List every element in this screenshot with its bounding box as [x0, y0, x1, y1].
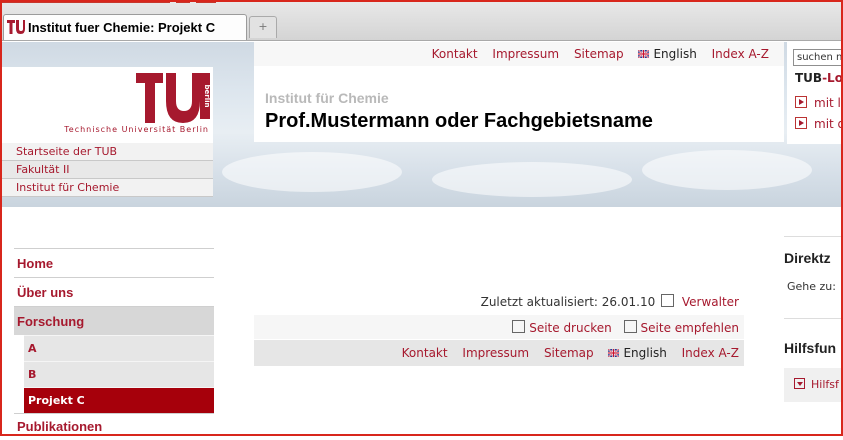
bottom-nav-kontakt[interactable]: Kontakt [402, 346, 448, 360]
menu-item-home[interactable]: Home [14, 248, 214, 277]
bottom-nav-index[interactable]: Index A-Z [682, 346, 739, 360]
last-updated-text: Zuletzt aktualisiert: 26.01.10 [480, 295, 656, 309]
right-divider [784, 318, 843, 319]
breadcrumb-item-tub[interactable]: Startseite der TUB [2, 143, 213, 161]
bottom-nav-language[interactable]: English [608, 346, 667, 360]
search-input[interactable]: suchen n [793, 49, 843, 66]
top-navigation: Kontakt Impressum Sitemap English Index … [254, 42, 784, 66]
logo-berlin-text: berlin [203, 85, 210, 108]
top-nav-index[interactable]: Index A-Z [712, 47, 769, 61]
login-link-2[interactable]: mit d [795, 117, 843, 131]
browser-tab[interactable]: Institut fuer Chemie: Projekt C [3, 14, 247, 40]
left-navigation: Home Über uns Forschung A B Projekt C Pu… [14, 248, 214, 436]
tu-berlin-logo-mark: berlin [136, 73, 210, 123]
breadcrumb: Startseite der TUB Fakultät II Institut … [2, 143, 213, 197]
arrow-right-icon [795, 117, 807, 129]
top-nav-kontakt[interactable]: Kontakt [432, 47, 478, 61]
tub-login-heading: TUB-Lo [795, 71, 843, 85]
submenu-item-projekt-c[interactable]: Projekt C [24, 387, 214, 413]
plus-icon: + [258, 20, 268, 33]
tu-logo[interactable]: berlin Technische Universität Berlin [2, 67, 213, 143]
recommend-icon [623, 320, 637, 333]
uk-flag-icon [608, 349, 620, 357]
university-wordmark: Technische Universität Berlin [64, 125, 209, 134]
hilfs-box: Hilfsf [784, 368, 843, 402]
top-nav-sitemap[interactable]: Sitemap [574, 47, 624, 61]
mail-icon [661, 294, 675, 307]
menu-item-forschung[interactable]: Forschung [14, 306, 214, 335]
tab-bar-top-line [0, 0, 843, 3]
menu-item-ueber-uns[interactable]: Über uns [14, 277, 214, 306]
header-right-panel: suchen n TUB-Lo mit l mit d [787, 42, 843, 144]
top-nav-language[interactable]: English [638, 47, 697, 61]
right-divider [784, 236, 843, 237]
hilfs-item[interactable]: Hilfsf [794, 378, 839, 391]
bottom-nav-impressum[interactable]: Impressum [462, 346, 529, 360]
direkt-heading: Direktz [784, 250, 831, 266]
bottom-navigation: Kontakt Impressum Sitemap English Index … [254, 340, 744, 366]
bottom-nav-sitemap[interactable]: Sitemap [544, 346, 594, 360]
page-subtitle: Institut für Chemie [265, 90, 389, 106]
login-link-1[interactable]: mit l [795, 96, 841, 110]
recommend-page-link[interactable]: Seite empfehlen [641, 321, 739, 335]
last-updated: Zuletzt aktualisiert: 26.01.10 Verwalter [254, 294, 739, 309]
print-page-link[interactable]: Seite drucken [529, 321, 612, 335]
browser-tab-title: Institut fuer Chemie: Projekt C [28, 20, 216, 35]
bottom-nav-language-label: English [623, 346, 667, 360]
uk-flag-icon [638, 50, 650, 58]
breadcrumb-item-institute[interactable]: Institut für Chemie [2, 179, 213, 197]
page-tools: Seite drucken Seite empfehlen [254, 315, 744, 339]
arrow-down-icon [794, 378, 805, 389]
hilfs-heading: Hilfsfun [784, 340, 837, 356]
top-nav-impressum[interactable]: Impressum [492, 47, 559, 61]
goto-label: Gehe zu: [787, 280, 836, 293]
submenu-item-a[interactable]: A [24, 335, 214, 361]
page-header: Institut für Chemie Prof.Mustermann oder… [254, 66, 784, 142]
browser-tab-bar: Institut fuer Chemie: Projekt C + [0, 0, 843, 41]
arrow-right-icon [795, 96, 807, 108]
tu-favicon-icon [7, 20, 25, 34]
printer-icon [512, 320, 526, 333]
page-title: Prof.Mustermann oder Fachgebietsname [265, 110, 653, 132]
new-tab-button[interactable]: + [249, 16, 277, 38]
submenu-item-b[interactable]: B [24, 361, 214, 387]
breadcrumb-item-faculty[interactable]: Fakultät II [2, 161, 213, 179]
top-nav-language-label: English [653, 47, 697, 61]
menu-item-publikationen[interactable]: Publikationen [14, 413, 214, 436]
admin-link[interactable]: Verwalter [682, 295, 739, 309]
